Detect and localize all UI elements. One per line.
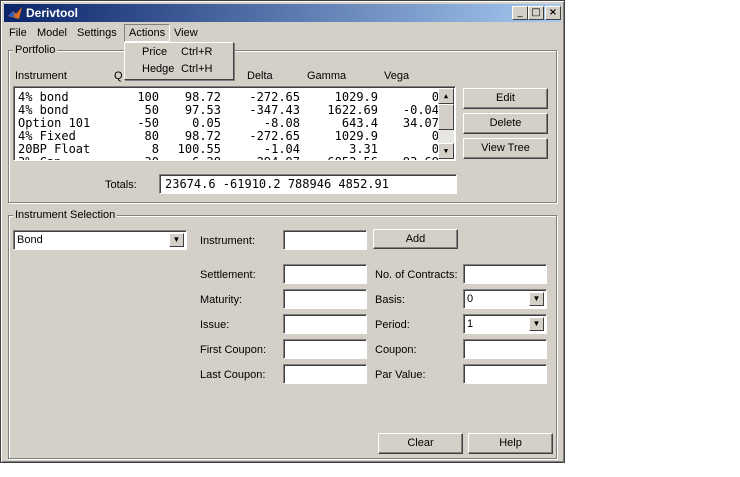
last-coupon-label: Last Coupon: xyxy=(200,369,266,381)
list-item[interactable]: 3% Cap 30 6.28 294.97 6852.56 93.69 xyxy=(18,156,443,161)
col-delta: Delta xyxy=(247,70,273,82)
clear-button[interactable]: Clear xyxy=(378,433,463,454)
price-label: Price xyxy=(142,46,168,58)
edit-button[interactable]: Edit xyxy=(463,88,548,109)
view-tree-button[interactable]: View Tree xyxy=(463,138,548,159)
maturity-field[interactable] xyxy=(283,289,367,309)
delete-button[interactable]: Delete xyxy=(463,113,548,134)
first-coupon-field[interactable] xyxy=(283,339,367,359)
minimize-icon[interactable]: _ xyxy=(512,6,528,20)
menu-item-hedge[interactable]: Hedge Ctrl+H xyxy=(125,61,233,78)
list-item[interactable]: 4% bond 100 98.72 -272.65 1029.9 0 xyxy=(18,91,443,104)
instrument-selection-title: Instrument Selection xyxy=(13,209,118,221)
instrument-type-value: Bond xyxy=(17,234,43,246)
window-title: Derivtool xyxy=(26,6,79,20)
first-coupon-label: First Coupon: xyxy=(200,344,267,356)
maximize-icon[interactable]: □ xyxy=(528,6,544,20)
instrument-input[interactable] xyxy=(283,230,367,250)
col-quantity: Q xyxy=(114,70,123,82)
dropdown-arrow-icon[interactable]: ▼ xyxy=(529,292,544,306)
menu-settings[interactable]: Settings xyxy=(73,25,121,41)
help-button[interactable]: Help xyxy=(468,433,553,454)
scroll-up-icon[interactable]: ▲ xyxy=(438,88,454,104)
matlab-icon xyxy=(8,7,22,19)
issue-label: Issue: xyxy=(200,319,230,331)
list-item[interactable]: Option 101 -50 0.05 -8.08 643.4 34.07 xyxy=(18,117,443,130)
scroll-thumb[interactable] xyxy=(438,104,454,130)
period-value: 1 xyxy=(467,318,474,330)
row-qty: 30 xyxy=(145,156,159,161)
par-value-field[interactable] xyxy=(463,364,547,384)
title-bar[interactable]: Derivtool _ □ × xyxy=(4,4,561,22)
price-shortcut: Ctrl+R xyxy=(181,46,213,58)
hedge-shortcut: Ctrl+H xyxy=(181,63,213,75)
scroll-down-icon[interactable]: ▼ xyxy=(438,143,454,159)
totals-label: Totals: xyxy=(105,179,137,191)
row-vega: 93.69 xyxy=(403,156,439,161)
portfolio-title: Portfolio xyxy=(13,44,58,56)
col-gamma: Gamma xyxy=(307,70,347,82)
menu-view[interactable]: View xyxy=(170,25,202,41)
close-icon[interactable]: × xyxy=(545,6,561,20)
par-value-label: Par Value: xyxy=(375,369,426,381)
contracts-label: No. of Contracts: xyxy=(375,269,458,281)
vertical-scrollbar[interactable]: ▲ ▼ xyxy=(438,88,454,159)
menu-item-price[interactable]: Price Ctrl+R xyxy=(125,44,233,61)
menu-file[interactable]: File xyxy=(5,25,31,41)
actions-dropdown: Price Ctrl+R Hedge Ctrl+H xyxy=(124,42,234,80)
col-vega: Vega xyxy=(384,70,410,82)
last-coupon-field[interactable] xyxy=(283,364,367,384)
period-label: Period: xyxy=(375,319,410,331)
settlement-label: Settlement: xyxy=(200,269,256,281)
totals-field: 23674.6 -61910.2 788946 4852.91 xyxy=(159,174,457,194)
menu-model[interactable]: Model xyxy=(33,25,71,41)
menu-bar: File Model Settings Actions View xyxy=(4,24,561,42)
basis-label: Basis: xyxy=(375,294,405,306)
issue-field[interactable] xyxy=(283,314,367,334)
dropdown-arrow-icon[interactable]: ▼ xyxy=(529,317,544,331)
basis-select[interactable]: 0 ▼ xyxy=(463,289,547,309)
add-button[interactable]: Add xyxy=(373,229,458,249)
portfolio-list[interactable]: 4% bond 100 98.72 -272.65 1029.9 0 4% bond 50 97… xyxy=(13,86,456,161)
list-item[interactable]: 20BP Float 8 100.55 -1.04 3.31 0 xyxy=(18,143,443,156)
period-select[interactable]: 1 ▼ xyxy=(463,314,547,334)
menu-actions[interactable]: Actions xyxy=(124,24,171,42)
row-delta: 294.97 xyxy=(257,156,300,161)
coupon-field[interactable] xyxy=(463,339,547,359)
hedge-label: Hedge xyxy=(142,63,175,75)
coupon-label: Coupon: xyxy=(375,344,417,356)
col-instrument: Instrument xyxy=(15,70,67,82)
row-instrument: 3% Cap xyxy=(18,156,61,161)
settlement-field[interactable] xyxy=(283,264,367,284)
dropdown-arrow-icon[interactable]: ▼ xyxy=(169,233,184,247)
instrument-type-select[interactable]: Bond ▼ xyxy=(13,230,187,250)
maturity-label: Maturity: xyxy=(200,294,243,306)
instrument-selection-group xyxy=(8,215,557,459)
contracts-field[interactable] xyxy=(463,264,547,284)
instrument-label: Instrument: xyxy=(200,235,256,247)
row-gamma: 6852.56 xyxy=(327,156,378,161)
totals-value: 23674.6 -61910.2 788946 4852.91 xyxy=(165,177,389,191)
basis-value: 0 xyxy=(467,293,474,305)
row-price: 6.28 xyxy=(192,156,221,161)
derivtool-window: Derivtool _ □ × File Model Settings Acti… xyxy=(0,0,565,463)
